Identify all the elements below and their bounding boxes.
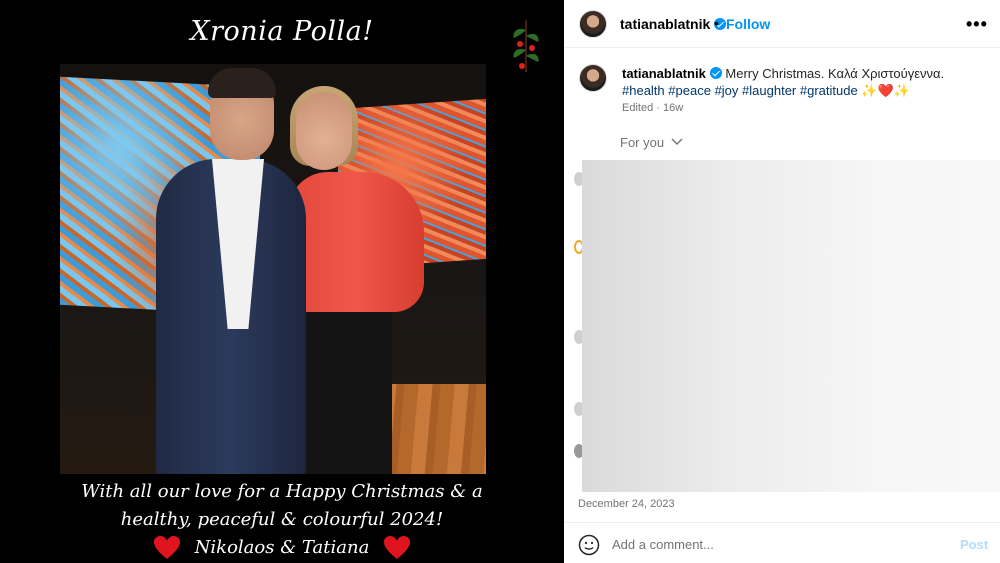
woman-figure [288, 172, 424, 312]
card-message-line-1: With all our love for a Happy Christmas … [81, 481, 483, 502]
verified-badge-icon [709, 67, 722, 79]
header-username[interactable]: tatianablatnik [620, 16, 727, 32]
holly-icon [513, 20, 539, 72]
hashtag-link[interactable]: #joy [715, 83, 739, 98]
emoji-icon[interactable] [578, 534, 600, 556]
card-message: With all our love for a Happy Christmas … [0, 478, 564, 563]
couple-photo [60, 64, 486, 474]
hashtag-link[interactable]: #laughter [742, 83, 796, 98]
hashtag-link[interactable]: #gratitude [800, 83, 858, 98]
post-header: tatianablatnik • Follow ••• [564, 0, 1000, 48]
heart-icon [383, 535, 411, 561]
card-message-line-2: healthy, peaceful & colourful 2024! [120, 509, 444, 530]
post-date[interactable]: December 24, 2023 [578, 498, 675, 510]
chevron-down-icon [671, 138, 683, 145]
card-signature-row: Nikolaos & Tatiana [153, 534, 412, 562]
caption-avatar[interactable] [579, 64, 607, 92]
post-button[interactable]: Post [960, 537, 988, 552]
add-comment-bar: Post [564, 522, 1000, 563]
hashtag-link[interactable]: #health [622, 83, 665, 98]
comment-input[interactable] [612, 533, 932, 555]
caption-text: Merry Christmas. Καλά Χριστούγεννα. [725, 66, 945, 81]
heart-icon [153, 535, 181, 561]
card-signature: Nikolaos & Tatiana [194, 537, 370, 558]
card-title: Xronia Polla! [190, 16, 374, 47]
post-sidebar: tatianablatnik • Follow ••• tatianablatn… [564, 0, 1000, 563]
comments-list-obscured [582, 160, 1000, 492]
follow-button[interactable]: Follow [726, 16, 770, 32]
post-caption: tatianablatnik Merry Christmas. Καλά Χρι… [622, 65, 984, 99]
edited-meta: Edited · 16w [622, 102, 684, 114]
hashtag-link[interactable]: #peace [668, 83, 711, 98]
post-media: Xronia Polla! With all our love for a Ha… [0, 0, 564, 563]
separator-dot: • [714, 15, 719, 31]
caption-emojis: ✨❤️✨ [861, 83, 910, 98]
caption-username[interactable]: tatianablatnik [622, 66, 706, 81]
for-you-dropdown[interactable]: For you [620, 135, 683, 150]
avatar[interactable] [579, 10, 607, 38]
more-icon[interactable]: ••• [966, 14, 988, 35]
